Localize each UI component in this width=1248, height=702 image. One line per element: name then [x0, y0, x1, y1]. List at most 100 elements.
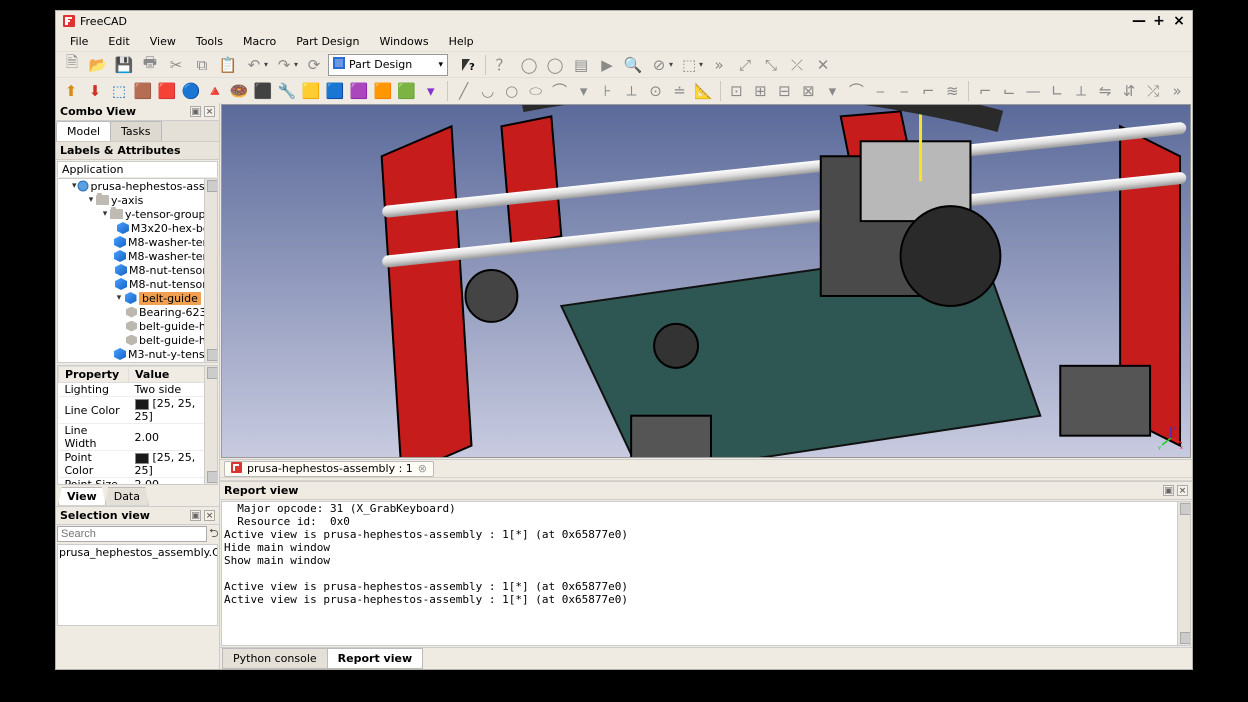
cut-button[interactable]: ✂ [164, 53, 188, 77]
panel-close-button[interactable]: × [204, 106, 215, 117]
close-button[interactable]: × [1172, 13, 1186, 29]
selection-list[interactable]: prusa_hephestos_assembly.Compound0 [57, 544, 218, 626]
model-tree[interactable]: ▾prusa-hephestos-assembly▾y-axis▾y-tenso… [57, 178, 218, 363]
tree-node[interactable]: belt-guide-half [58, 319, 217, 333]
overflow3-button[interactable]: » [1166, 79, 1188, 103]
menu-file[interactable]: File [60, 33, 98, 50]
whatsthis-button[interactable]: ? [456, 53, 480, 77]
dropdown-arrow-icon[interactable]: ▾ [294, 60, 298, 69]
constraint-eq-button[interactable]: ≐ [669, 79, 691, 103]
flip-h-button[interactable]: ⇋ [1094, 79, 1116, 103]
whatsthis-button[interactable]: ？ [491, 53, 515, 77]
wireframe-button[interactable]: ✕ [811, 53, 835, 77]
panel-float-button[interactable]: ▣ [1163, 485, 1174, 496]
h-line-button[interactable]: — [1022, 79, 1044, 103]
dropdown-arrow-icon[interactable]: ▾ [669, 60, 673, 69]
snap-mid-button[interactable]: ⊞ [749, 79, 771, 103]
undo-button[interactable]: ↶ [242, 53, 266, 77]
axonometric-button[interactable]: ⬚ [677, 53, 701, 77]
tree-node[interactable]: M8-nut-tensor-1 [58, 263, 217, 277]
tree-node[interactable]: ▾y-axis [58, 193, 217, 207]
overflow-button[interactable]: » [707, 53, 731, 77]
bounding-box-button[interactable]: ⊘ [647, 53, 671, 77]
tree-node[interactable]: belt-guide-half [58, 333, 217, 347]
snap-end-button[interactable]: ⊡ [725, 79, 747, 103]
part-sphere-button[interactable]: 🔵 [180, 79, 202, 103]
fit-sel-button[interactable]: ⤢ [733, 53, 757, 77]
report-text[interactable]: Major opcode: 31 (X_GrabKeyboard) Resour… [221, 501, 1191, 646]
panel-float-button[interactable]: ▣ [190, 106, 201, 117]
align-r-button[interactable]: ⟂ [1070, 79, 1092, 103]
constraint-tan-button[interactable]: ⊙ [645, 79, 667, 103]
prop-header-name[interactable]: Property [59, 367, 129, 383]
overflow-button[interactable]: ▾ [420, 79, 442, 103]
selection-item[interactable]: prusa_hephestos_assembly.Compound0 [59, 546, 216, 559]
export-button[interactable]: ⬆ [60, 79, 82, 103]
snap-perp-button[interactable]: ⊠ [797, 79, 819, 103]
trim-button[interactable]: ⎯ [869, 79, 891, 103]
mirror2-button[interactable]: ⤮ [1142, 79, 1164, 103]
builder-button[interactable]: 🔧 [276, 79, 298, 103]
sym-button[interactable]: ≋ [941, 79, 963, 103]
tab-python-console[interactable]: Python console [222, 648, 328, 669]
tree-scrollbar[interactable] [204, 179, 217, 362]
open-document-button[interactable]: 📂 [86, 53, 110, 77]
run-macro-button[interactable]: ▶ [595, 53, 619, 77]
polyline-button[interactable]: ⌒ [549, 79, 571, 103]
extend-button[interactable]: ⎯ [893, 79, 915, 103]
menu-edit[interactable]: Edit [98, 33, 139, 50]
maximize-button[interactable]: + [1152, 13, 1166, 29]
property-row[interactable]: Line Width2.00 [59, 424, 217, 451]
ellipse-button[interactable]: ⬭ [525, 79, 547, 103]
property-row[interactable]: Line Color[25, 25, 25] [59, 397, 217, 424]
property-row[interactable]: LightingTwo side [59, 383, 217, 397]
stop-macro-button[interactable]: ◯ [543, 53, 567, 77]
minimize-button[interactable]: — [1132, 13, 1146, 29]
corner2-button[interactable]: ⌙ [998, 79, 1020, 103]
expander-icon[interactable]: ▾ [114, 293, 124, 303]
arc-button[interactable]: ◡ [477, 79, 499, 103]
dropdown-arrow-icon[interactable]: ▾ [264, 60, 268, 69]
primitives-button[interactable]: ⬛ [252, 79, 274, 103]
constraint-h-button[interactable]: ⊦ [597, 79, 619, 103]
chamfer-button[interactable]: 🟩 [396, 79, 418, 103]
overflow2-button[interactable]: ▾ [821, 79, 843, 103]
close-icon[interactable]: ⊗ [418, 462, 427, 475]
mirror-button[interactable]: 🟪 [348, 79, 370, 103]
tree-node[interactable]: M8-washer-tensor [58, 249, 217, 263]
tree-node[interactable]: M8-washer-tensor [58, 235, 217, 249]
menu-macro[interactable]: Macro [233, 33, 286, 50]
menu-help[interactable]: Help [439, 33, 484, 50]
offset-button[interactable]: ⌐ [917, 79, 939, 103]
fillet-button[interactable]: 🟧 [372, 79, 394, 103]
tree-node[interactable]: Bearing-623zz [58, 305, 217, 319]
snap-int-button[interactable]: ⊟ [773, 79, 795, 103]
tab-model[interactable]: Model [56, 121, 111, 141]
redo-button[interactable]: ↷ [272, 53, 296, 77]
fillet2-button[interactable]: ⌒ [845, 79, 867, 103]
record-macro-button[interactable]: ◯ [517, 53, 541, 77]
macros-button[interactable]: ▤ [569, 53, 593, 77]
3d-viewport[interactable]: x y z [221, 104, 1191, 458]
align-l-button[interactable]: ∟ [1046, 79, 1068, 103]
panel-close-button[interactable]: × [204, 510, 215, 521]
part-cone-button[interactable]: 🔺 [204, 79, 226, 103]
part-torus-button[interactable]: 🍩 [228, 79, 250, 103]
panel-float-button[interactable]: ▣ [190, 510, 201, 521]
tab-report-view[interactable]: Report view [327, 648, 423, 669]
circle-button[interactable]: ○ [501, 79, 523, 103]
property-row[interactable]: Point Size2.00 [59, 478, 217, 486]
tab-view[interactable]: View [58, 487, 106, 506]
constraint-v-button[interactable]: ⟂ [621, 79, 643, 103]
part-cylinder-button[interactable]: 🟥 [156, 79, 178, 103]
corner1-button[interactable]: ⌐ [974, 79, 996, 103]
menu-tools[interactable]: Tools [186, 33, 233, 50]
tree-node[interactable]: ▾y-tensor-group [58, 207, 217, 221]
tree-node[interactable]: ▾prusa-hephestos-assembly [58, 179, 217, 193]
search-input[interactable] [57, 526, 207, 542]
tree-node[interactable]: M8-nut-tensor-2 [58, 277, 217, 291]
report-scrollbar[interactable] [1177, 502, 1190, 645]
revolve-button[interactable]: 🟦 [324, 79, 346, 103]
refresh-button[interactable]: ⟳ [302, 53, 326, 77]
expander-icon[interactable]: ▾ [100, 209, 110, 219]
